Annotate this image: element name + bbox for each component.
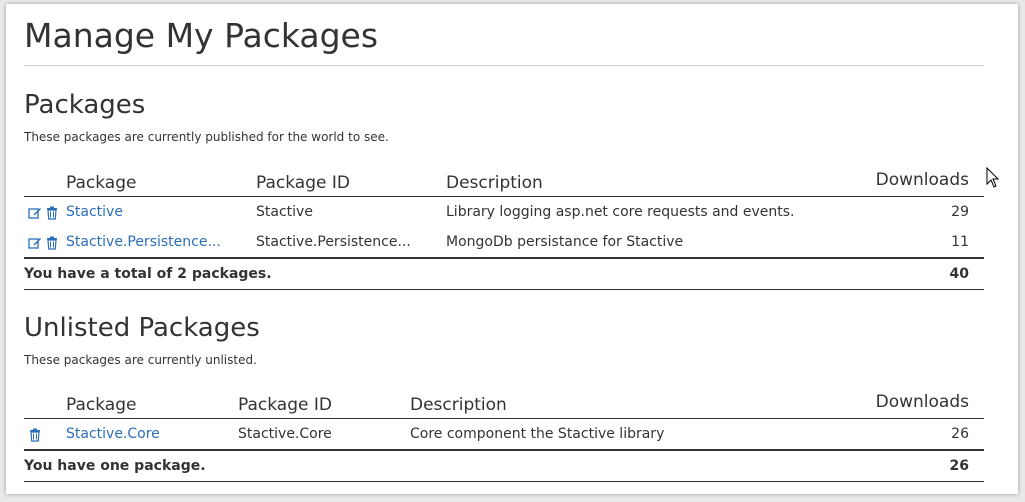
page-title: Manage My Packages: [24, 16, 379, 55]
package-description: Core component the Stactive library: [410, 426, 665, 442]
trash-icon[interactable]: [45, 235, 59, 250]
row-actions: [28, 235, 59, 250]
table-row: Stactive Stactive Library logging asp.ne…: [24, 197, 984, 227]
column-header-downloads[interactable]: Downloads: [876, 392, 969, 412]
trash-icon[interactable]: [28, 427, 42, 442]
table-row: Stactive.Persistence... Stactive.Persist…: [24, 227, 984, 257]
unlisted-section-subtitle: These packages are currently unlisted.: [24, 353, 257, 367]
table-footer: You have one package. 26: [24, 449, 984, 482]
column-header-downloads[interactable]: Downloads: [876, 170, 969, 190]
window-frame: Manage My Packages Packages These packag…: [6, 4, 1018, 494]
package-description: MongoDb persistance for Stactive: [446, 234, 684, 250]
packages-table: Package Package ID Description Downloads…: [24, 164, 984, 290]
table-row: Stactive.Core Stactive.Core Core compone…: [24, 419, 984, 449]
unlisted-section-title: Unlisted Packages: [24, 313, 260, 343]
table-header: Package Package ID Description Downloads: [24, 386, 984, 419]
column-header-description[interactable]: Description: [410, 395, 507, 415]
package-total-downloads: 26: [949, 458, 969, 474]
package-total-text: You have one package.: [24, 458, 206, 474]
mouse-pointer-icon: [986, 166, 1000, 193]
unlisted-packages-table: Package Package ID Description Downloads…: [24, 386, 984, 482]
package-total-text: You have a total of 2 packages.: [24, 266, 272, 282]
edit-icon[interactable]: [28, 205, 42, 219]
column-header-description[interactable]: Description: [446, 173, 543, 193]
trash-icon[interactable]: [45, 205, 59, 220]
row-actions: [28, 427, 42, 442]
column-header-package-id[interactable]: Package ID: [238, 395, 332, 415]
package-id: Stactive: [256, 204, 313, 220]
package-total-downloads: 40: [949, 266, 969, 282]
package-downloads: 11: [951, 234, 969, 250]
package-link[interactable]: Stactive.Core: [66, 426, 231, 442]
row-actions: [28, 205, 59, 220]
edit-icon[interactable]: [28, 235, 42, 249]
package-link[interactable]: Stactive.Persistence...: [66, 234, 246, 250]
table-header: Package Package ID Description Downloads: [24, 164, 984, 197]
package-downloads: 29: [951, 204, 969, 220]
packages-section-title: Packages: [24, 90, 146, 120]
column-header-package[interactable]: Package: [66, 395, 136, 415]
packages-section-subtitle: These packages are currently published f…: [24, 130, 389, 144]
column-header-package[interactable]: Package: [66, 173, 136, 193]
package-description: Library logging asp.net core requests an…: [446, 204, 795, 220]
package-id: Stactive.Core: [238, 426, 332, 442]
package-downloads: 26: [951, 426, 969, 442]
column-header-package-id[interactable]: Package ID: [256, 173, 350, 193]
package-link[interactable]: Stactive: [66, 204, 246, 220]
table-footer: You have a total of 2 packages. 40: [24, 257, 984, 290]
title-divider: [24, 65, 984, 66]
package-id: Stactive.Persistence...: [256, 234, 411, 250]
